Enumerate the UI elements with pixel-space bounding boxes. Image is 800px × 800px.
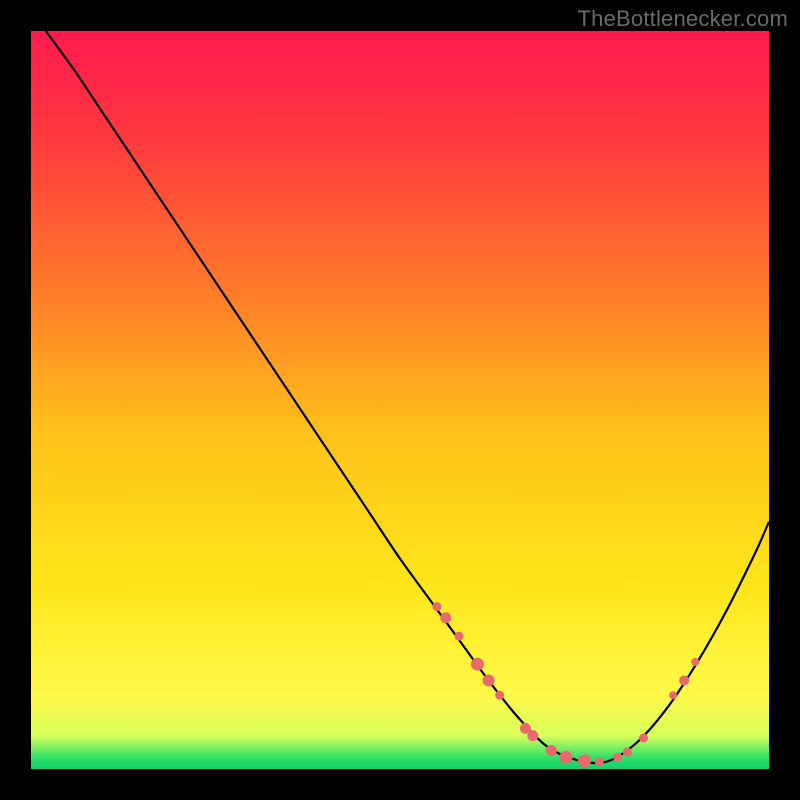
data-marker	[528, 731, 538, 741]
data-marker	[441, 613, 451, 623]
data-marker	[623, 748, 631, 756]
data-marker	[670, 692, 677, 699]
data-marker	[692, 658, 699, 665]
bottleneck-chart	[31, 31, 769, 769]
data-marker	[433, 603, 441, 611]
data-marker	[496, 691, 504, 699]
data-marker	[595, 758, 603, 766]
data-marker	[483, 675, 494, 686]
data-marker	[455, 632, 463, 640]
data-marker	[579, 755, 591, 767]
data-marker	[546, 746, 556, 756]
chart-frame	[31, 31, 769, 769]
data-marker	[680, 676, 689, 685]
data-marker	[640, 734, 648, 742]
data-marker	[614, 753, 622, 761]
chart-background	[31, 31, 769, 769]
data-marker	[560, 751, 572, 763]
data-marker	[471, 658, 483, 670]
attribution-text: TheBottlenecker.com	[578, 6, 788, 32]
